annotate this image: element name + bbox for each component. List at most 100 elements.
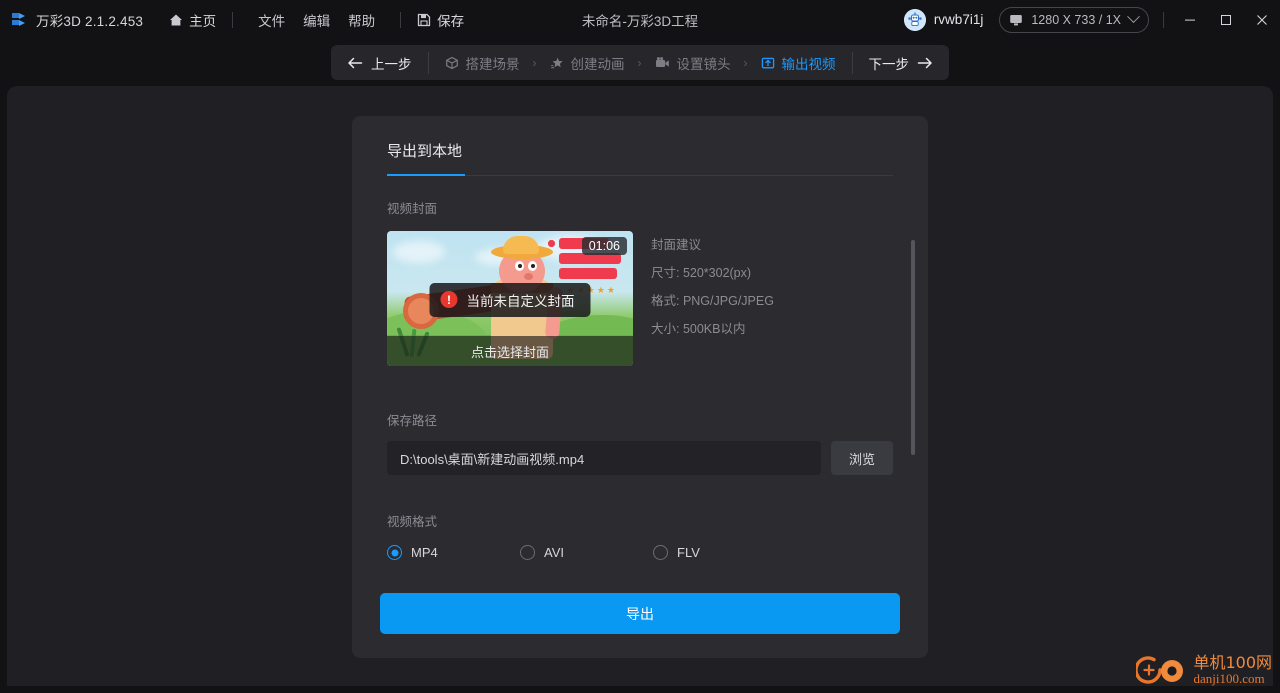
rating-dot-2 — [548, 240, 555, 247]
breadcrumb-label-build-scene: 搭建场景 — [465, 56, 520, 72]
app-logo-icon — [10, 10, 29, 29]
menu-item-help[interactable]: 帮助 — [339, 10, 384, 30]
breadcrumb-item-create-animation[interactable]: 创建动画 — [538, 53, 637, 73]
cover-thumbnail[interactable]: ★★★★★ 01:06 ! 当前未自定义封面 点击选择封面 — [387, 231, 633, 366]
cover-suggestion-size: 尺寸: 520*302(px) — [651, 266, 752, 280]
step-navigation-inner: 上一步 搭建场景 › 创建动画 › 设置镜头 › 输出视频 下一步 — [331, 45, 949, 80]
duration-badge: 01:06 — [581, 237, 627, 255]
user-name: rvwb7i1j — [933, 12, 984, 27]
next-step-button[interactable]: 下一步 — [853, 45, 950, 80]
home-icon — [170, 14, 183, 25]
tooltip-text: 当前未自定义封面 — [466, 293, 575, 309]
minimize-icon — [1185, 19, 1195, 21]
cover-suggestion-filesize: 大小: 500KB以内 — [651, 322, 746, 336]
breadcrumb-label-create-animation: 创建动画 — [570, 56, 625, 72]
titlebar-right-group: rvwb7i1j 1280 X 733 / 1X — [903, 0, 1280, 39]
breadcrumb-label-set-camera: 设置镜头 — [676, 56, 731, 72]
breadcrumb: 搭建场景 › 创建动画 › 设置镜头 › 输出视频 — [429, 53, 852, 73]
no-custom-cover-tooltip: ! 当前未自定义封面 — [429, 282, 591, 317]
save-path-input[interactable] — [387, 441, 821, 475]
save-path-row: 浏览 — [387, 441, 893, 475]
export-video-icon — [761, 57, 774, 68]
minimize-button[interactable] — [1172, 0, 1208, 39]
close-icon — [1257, 14, 1267, 25]
resolution-dropdown[interactable]: 1280 X 733 / 1X — [999, 6, 1149, 33]
avatar — [903, 8, 926, 31]
browse-button[interactable]: 浏览 — [831, 441, 893, 475]
watermark-cn-label: 单机100网 — [1193, 653, 1272, 673]
export-panel: 导出到本地 视频封面 ★★★★★ 01:06 ! 当前未自定义封面 点击选择封面… — [352, 116, 928, 658]
titlebar-left-group: 万彩3D 2.1.2.453 主页 文件 编辑 帮助 保存 — [0, 10, 464, 30]
breadcrumb-label-export-video: 输出视频 — [781, 56, 836, 72]
user-account-button[interactable]: rvwb7i1j — [903, 8, 984, 31]
avatar-robot-icon — [903, 8, 926, 31]
radio-option-avi[interactable]: AVI — [520, 545, 653, 560]
resolution-value: 1280 X 733 / 1X — [1031, 12, 1121, 27]
maximize-button[interactable] — [1208, 0, 1244, 39]
camera-icon — [655, 56, 669, 67]
select-cover-overlay[interactable]: 点击选择封面 — [387, 336, 633, 366]
radio-indicator-flv — [653, 545, 668, 560]
arrow-right-icon — [917, 57, 932, 68]
title-bar: 万彩3D 2.1.2.453 主页 文件 编辑 帮助 保存 未命名-万彩3D工程 — [0, 0, 1280, 39]
cube-icon — [445, 56, 458, 69]
menu-item-edit[interactable]: 编辑 — [294, 10, 339, 30]
menu-item-file[interactable]: 文件 — [249, 10, 294, 30]
danji100-logo-icon — [1136, 656, 1184, 684]
cover-suggestion-title: 封面建议 — [651, 238, 702, 252]
maximize-icon — [1221, 14, 1231, 25]
rating-bar-3 — [548, 240, 617, 279]
save-label: 保存 — [437, 13, 465, 29]
export-button[interactable]: 导出 — [380, 593, 900, 634]
arrow-left-icon — [348, 57, 363, 68]
alert-exclamation-icon: ! — [440, 291, 458, 309]
radio-option-flv[interactable]: FLV — [653, 545, 786, 560]
cover-section-label: 视频封面 — [387, 202, 438, 216]
tab-active-underline — [387, 174, 465, 176]
radio-option-mp4[interactable]: MP4 — [387, 545, 520, 560]
chevron-down-icon — [1127, 10, 1140, 24]
tab-export-to-local[interactable]: 导出到本地 — [387, 140, 462, 175]
character-pupil-left — [518, 264, 522, 268]
panel-scrollbar-thumb[interactable] — [911, 240, 915, 455]
save-button[interactable]: 保存 — [417, 10, 464, 30]
step-navigation-bar: 上一步 搭建场景 › 创建动画 › 设置镜头 › 输出视频 下一步 — [0, 39, 1280, 86]
video-format-radio-group: MP4 AVI FLV — [387, 545, 928, 560]
breadcrumb-item-export-video[interactable]: 输出视频 — [749, 53, 848, 73]
titlebar-divider-3 — [1163, 11, 1164, 28]
home-button[interactable]: 主页 — [169, 10, 216, 30]
character-nose — [524, 273, 533, 280]
save-path-label: 保存路径 — [387, 414, 438, 428]
save-icon — [417, 13, 431, 26]
cover-suggestion-list: 封面建议 尺寸: 520*302(px) 格式: PNG/JPG/JPEG 大小… — [651, 231, 774, 366]
cover-row: ★★★★★ 01:06 ! 当前未自定义封面 点击选择封面 封面建议 尺寸: 5… — [387, 231, 928, 366]
next-step-label: 下一步 — [868, 56, 910, 72]
radio-label-mp4: MP4 — [411, 545, 438, 560]
main-content-area: 导出到本地 视频封面 ★★★★★ 01:06 ! 当前未自定义封面 点击选择封面… — [7, 86, 1273, 686]
monitor-icon — [1010, 14, 1023, 25]
cloud-shape-1 — [393, 241, 445, 263]
close-button[interactable] — [1244, 0, 1280, 39]
watermark-en-label: danji100.com — [1193, 670, 1265, 686]
titlebar-divider-2 — [400, 11, 402, 28]
home-label: 主页 — [189, 13, 217, 29]
radio-label-avi: AVI — [544, 545, 564, 560]
watermark-text: 单机100网 danji100.com — [1193, 654, 1272, 685]
character-pupil-right — [531, 264, 535, 268]
titlebar-divider-1 — [232, 11, 234, 28]
radio-label-flv: FLV — [677, 545, 700, 560]
panel-scrollbar-track[interactable] — [911, 240, 915, 455]
previous-step-label: 上一步 — [371, 56, 412, 72]
radio-indicator-mp4 — [387, 545, 402, 560]
breadcrumb-item-set-camera[interactable]: 设置镜头 — [643, 53, 743, 73]
radio-indicator-avi — [520, 545, 535, 560]
star-motion-icon — [550, 57, 563, 68]
panel-tab-row: 导出到本地 — [387, 140, 893, 176]
app-name: 万彩3D 2.1.2.453 — [36, 13, 144, 29]
previous-step-button[interactable]: 上一步 — [331, 45, 428, 80]
breadcrumb-item-build-scene[interactable]: 搭建场景 — [433, 53, 532, 73]
cover-suggestion-format: 格式: PNG/JPG/JPEG — [651, 294, 774, 308]
character-hat-top — [503, 236, 539, 254]
video-format-label: 视频格式 — [387, 515, 438, 529]
watermark: 单机100网 danji100.com — [1136, 650, 1272, 690]
